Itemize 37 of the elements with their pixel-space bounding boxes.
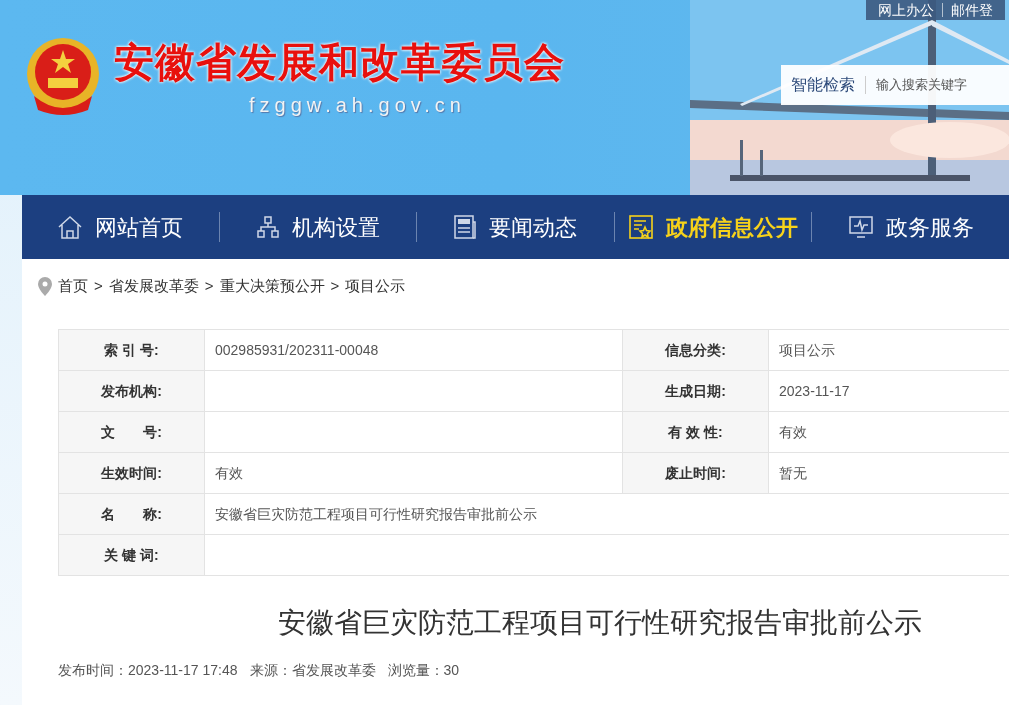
breadcrumb-link[interactable]: 重大决策预公开 (219, 274, 325, 298)
article-meta: 浏览量：30 (387, 661, 460, 680)
field-label: 废止时间: (623, 453, 769, 493)
site-domain: fzggw.ah.gov.cn (249, 93, 467, 118)
breadcrumb-separator: > (94, 275, 103, 296)
field-label: 生成日期: (623, 371, 769, 411)
field-value: 2023-11-17 (778, 381, 851, 401)
field-label: 发布机构: (59, 371, 205, 411)
nav-tab[interactable]: 机构设置 (219, 210, 417, 244)
top-link[interactable]: 网上办公 (878, 1, 934, 19)
breadcrumb-link[interactable]: 省发展改革委 (108, 274, 199, 298)
field-label: 索 引 号: (59, 330, 205, 370)
field-value: 暂无 (778, 463, 808, 483)
article-meta: 发布时间：2023-11-17 17:48 (58, 661, 238, 680)
nav-tab[interactable]: 网站首页 (22, 210, 219, 244)
search-button[interactable]: 智能检索 (781, 76, 866, 94)
site-title: 安徽省发展和改革委员会 (114, 39, 565, 86)
nav-tab[interactable]: 政府信息公开 (614, 210, 812, 244)
breadcrumb-link[interactable]: 项目公示 (345, 274, 406, 298)
field-label: 信息分类: (623, 330, 769, 370)
breadcrumb-separator: > (204, 275, 214, 296)
field-label: 关 键 词: (59, 535, 205, 575)
breadcrumb-link[interactable]: 首页 (58, 274, 88, 298)
field-label: 名 称: (59, 494, 205, 534)
nav-tab[interactable]: 要闻动态 (417, 210, 614, 244)
field-label: 生效时间: (59, 453, 205, 493)
field-value: 有效 (778, 422, 808, 442)
field-value: 项目公示 (778, 340, 836, 360)
field-value: 安徽省巨灾防范工程项目可行性研究报告审批前公示 (214, 504, 538, 524)
breadcrumb-separator: > (330, 275, 340, 296)
field-label: 有 效 性: (623, 412, 769, 452)
article-meta: 来源：省发展改革委 (249, 661, 376, 680)
field-label: 文 号: (59, 412, 205, 452)
top-link[interactable]: 邮件登 (951, 1, 993, 19)
article-title: 安徽省巨灾防范工程项目可行性研究报告审批前公示 (278, 606, 923, 640)
nav-tab[interactable]: 政务服务 (812, 210, 1009, 244)
search-bar[interactable]: 智能检索 输入搜索关键字 (781, 65, 1009, 105)
